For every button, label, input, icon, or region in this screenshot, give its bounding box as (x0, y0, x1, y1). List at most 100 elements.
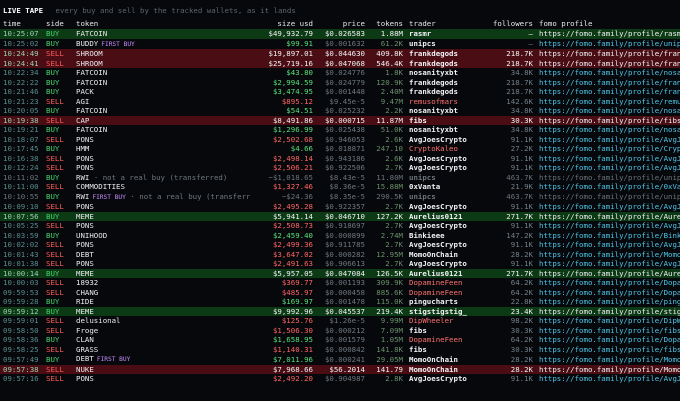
fomo-profile-link[interactable]: https://fomo.family/profile/MomoOnChain (536, 250, 680, 260)
fomo-profile-link[interactable]: https://fomo.family/profile/stigstigstig… (536, 307, 680, 317)
token-symbol[interactable]: DEBT (76, 354, 94, 363)
col-fomo[interactable]: fomo profile (536, 18, 680, 29)
fomo-profile-link[interactable]: https://fomo.family/profile/MomoOnChain (536, 365, 680, 375)
token-symbol[interactable]: GRASS (76, 345, 98, 354)
trader-name[interactable]: MomoOnChain (406, 354, 486, 365)
token-symbol[interactable]: MEME (76, 269, 94, 278)
fomo-profile-link[interactable]: https://fomo.family/profile/pinguharts (536, 297, 680, 307)
token-symbol[interactable]: FATCOIN (76, 125, 107, 134)
trader-name[interactable]: Aurelius0121 (406, 269, 486, 279)
table-row[interactable]: 10:09:10 SELL PONS $2,495.28 $0.922357 2.7K Av… (0, 202, 680, 212)
trader-name[interactable]: DopamineFeen (406, 288, 486, 298)
table-row[interactable]: 10:01:38 SELL PONS $2,491.63 $0.906613 2.7K Av… (0, 259, 680, 269)
token-symbol[interactable]: HMM (76, 144, 89, 153)
trader-name[interactable]: frankdegods (406, 78, 486, 88)
fomo-profile-link[interactable]: https://fomo.family/profile/fibs (536, 326, 680, 336)
table-row[interactable]: 10:21:23 SELL AGI $895.12 $9.45e-5 9.47M remus… (0, 97, 680, 107)
table-row[interactable]: 10:22:34 BUY FATCOIN $43.80 $0.024776 1.8K nos… (0, 68, 680, 78)
fomo-profile-link[interactable]: https://fomo.family/profile/unipcs (536, 192, 680, 203)
token-symbol[interactable]: MEME (76, 307, 94, 316)
token-symbol[interactable]: UNIHOOD (76, 231, 107, 240)
table-row[interactable]: 10:24:49 SELL SHROOM $19,897.01 $0.044630 409… (0, 49, 680, 59)
table-row[interactable]: 10:03:59 BUY UNIHOOD $2,459.40 $0.000899 2.74… (0, 231, 680, 241)
table-row[interactable]: 10:00:14 BUY MEME $5,957.05 $0.047084 126.5K A… (0, 268, 680, 279)
fomo-profile-link[interactable]: https://fomo.family/profile/remusofmars (536, 97, 680, 107)
table-row[interactable]: 09:59:12 BUY MEME $9,992.96 $0.045537 219.4K s… (0, 306, 680, 317)
table-row[interactable]: 09:58:36 BUY CLAN $1,658.95 $0.001579 1.05M Do… (0, 335, 680, 345)
col-tokens[interactable]: tokens (368, 18, 406, 29)
token-symbol[interactable]: CLAN (76, 335, 94, 344)
fomo-profile-link[interactable]: https://fomo.family/profile/0xVanta (536, 182, 680, 192)
fomo-profile-link[interactable]: https://fomo.family/profile/frankdegods (536, 87, 680, 97)
trader-name[interactable]: AvgJoesCrypto (406, 374, 486, 384)
table-row[interactable]: 10:10:55 BUY RWI FIRST BUY · not a real buy… (0, 192, 680, 203)
trader-name[interactable]: frankdegods (406, 87, 486, 97)
trader-name[interactable]: nosanityxbt (406, 125, 486, 135)
fomo-profile-link[interactable]: https://fomo.family/profile/Aurelius0121 (536, 212, 680, 222)
token-symbol[interactable]: FATCOIN (76, 68, 107, 77)
trader-name[interactable]: nosanityxbt (406, 106, 486, 116)
token-symbol[interactable]: SHROOM (76, 49, 103, 58)
trader-name[interactable]: frankdegods (406, 59, 486, 69)
trader-name[interactable]: AvgJoesCrypto (406, 259, 486, 269)
fomo-profile-link[interactable]: https://fomo.family/profile/frankdegods (536, 49, 680, 59)
table-row[interactable]: 10:11:00 SELL COMMODITIES $1,327.46 $8.36e-5… (0, 182, 680, 192)
fomo-profile-link[interactable]: https://fomo.family/profile/AvgJoesCrypt… (536, 240, 680, 250)
table-row[interactable]: 10:25:07 BUY FATCOIN $49,932.79 $0.026583 1.8… (0, 29, 680, 39)
table-row[interactable]: 10:24:41 SELL SHROOM $25,719.16 $0.047068 546… (0, 58, 680, 69)
table-row[interactable]: 09:57:16 SELL PONS $2,492.20 $0.904987 2.8K Av… (0, 374, 680, 384)
trader-name[interactable]: stigstigstig_ (406, 307, 486, 317)
token-symbol[interactable]: BUDDY (76, 39, 98, 48)
token-symbol[interactable]: FATCOIN (76, 106, 107, 115)
trader-name[interactable]: unipcs (406, 39, 486, 50)
col-side[interactable]: side (43, 18, 73, 29)
table-row[interactable]: 10:02:02 SELL PONS $2,499.36 $0.911785 2.7K Av… (0, 240, 680, 250)
fomo-profile-link[interactable]: https://fomo.family/profile/DopamineFeen (536, 278, 680, 288)
fomo-profile-link[interactable]: https://fomo.family/profile/nosanityxbt (536, 125, 680, 135)
token-symbol[interactable]: 18932 (76, 278, 98, 287)
trader-name[interactable]: unipcs (406, 173, 486, 183)
table-row[interactable]: 09:59:28 BUY RIDE $169.97 $0.001478 115.0K pin… (0, 297, 680, 307)
trader-name[interactable]: fibs (406, 326, 486, 336)
trader-name[interactable]: AvgJoesCrypto (406, 221, 486, 231)
fomo-profile-link[interactable]: https://fomo.family/profile/MomoOnChain (536, 354, 680, 365)
col-trader[interactable]: trader (406, 18, 486, 29)
trader-name[interactable]: MomoOnChain (406, 365, 486, 375)
fomo-profile-link[interactable]: https://fomo.family/profile/AvgJoesCrypt… (536, 259, 680, 269)
col-token[interactable]: token (73, 18, 250, 29)
table-row[interactable]: 10:07:56 BUY MEME $5,941.14 $0.046710 127.2K A… (0, 211, 680, 222)
trader-name[interactable]: frankdegods (406, 49, 486, 59)
token-symbol[interactable]: RIDE (76, 297, 94, 306)
fomo-profile-link[interactable]: https://fomo.family/profile/AvgJoesCrypt… (536, 135, 680, 145)
table-row[interactable]: 09:58:25 SELL GRASS $1,140.31 $0.000842 141.8… (0, 345, 680, 355)
trader-name[interactable]: 0xVanta (406, 182, 486, 192)
fomo-profile-link[interactable]: https://fomo.family/profile/AvgJoesCrypt… (536, 374, 680, 384)
trader-name[interactable]: AvgJoesCrypto (406, 240, 486, 250)
table-row[interactable]: 10:22:22 BUY FATCOIN $2,994.59 $0.024779 120.… (0, 78, 680, 88)
token-symbol[interactable]: PONS (76, 221, 94, 230)
token-symbol[interactable]: RWI (76, 173, 89, 182)
token-symbol[interactable]: PONS (76, 163, 94, 172)
fomo-profile-link[interactable]: https://fomo.family/profile/CryptoKaleo (536, 144, 680, 154)
token-symbol[interactable]: PACK (76, 87, 94, 96)
table-row[interactable]: 09:59:53 SELL CHANG $485.97 $0.000458 885.6K D… (0, 288, 680, 298)
token-symbol[interactable]: CAP (76, 116, 89, 125)
col-time[interactable]: time (0, 18, 43, 29)
table-row[interactable]: 10:19:38 SELL CAP $8,491.86 $0.000715 11.87M f… (0, 115, 680, 126)
trader-name[interactable]: pingucharts (406, 297, 486, 307)
fomo-profile-link[interactable]: https://fomo.family/profile/fibs (536, 116, 680, 126)
fomo-profile-link[interactable]: https://fomo.family/profile/rasmr (536, 29, 680, 39)
trader-name[interactable]: Aurelius0121 (406, 212, 486, 222)
token-symbol[interactable]: Froge (76, 326, 98, 335)
trader-name[interactable]: AvgJoesCrypto (406, 154, 486, 164)
fomo-profile-link[interactable]: https://fomo.family/profile/frankdegods (536, 78, 680, 88)
table-row[interactable]: 10:12:24 SELL PONS $2,506.21 $0.922506 2.7K Av… (0, 163, 680, 173)
token-symbol[interactable]: RWI (76, 192, 89, 201)
trader-name[interactable]: DopamineFeen (406, 278, 486, 288)
fomo-profile-link[interactable]: https://fomo.family/profile/DopamineFeen (536, 335, 680, 345)
fomo-profile-link[interactable]: https://fomo.family/profile/AvgJoesCrypt… (536, 221, 680, 231)
fomo-profile-link[interactable]: https://fomo.family/profile/unipcs (536, 173, 680, 183)
fomo-profile-link[interactable]: https://fomo.family/profile/Aurelius0121 (536, 269, 680, 279)
trader-name[interactable]: unipcs (406, 192, 486, 203)
trader-name[interactable]: MomoOnChain (406, 250, 486, 260)
